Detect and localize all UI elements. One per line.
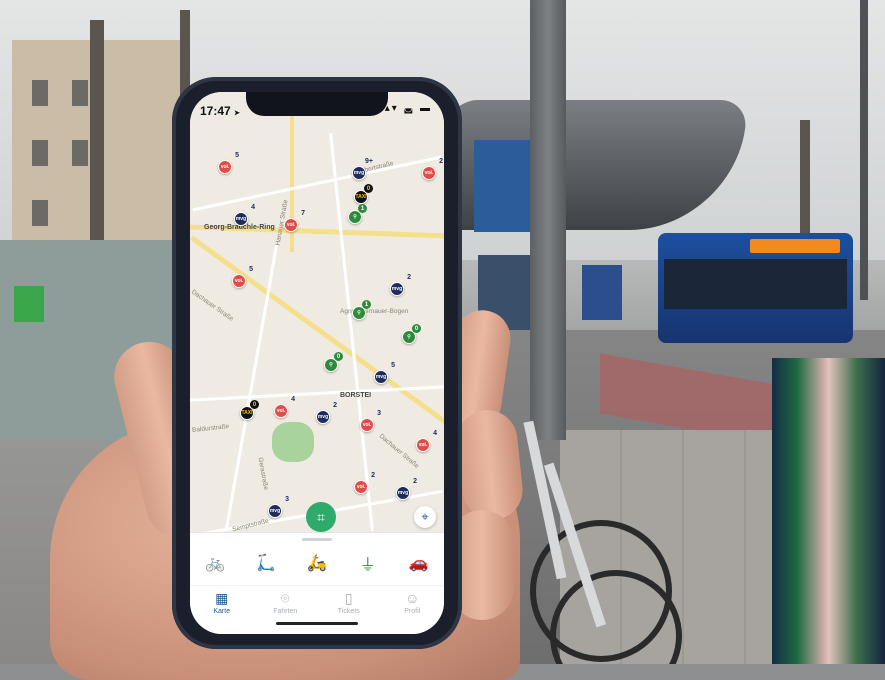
pole <box>530 0 566 440</box>
scooter-mode-icon[interactable]: 🛴 <box>251 553 281 573</box>
voi-scooter-pin[interactable]: voi. 4 <box>274 396 295 418</box>
tab-karte[interactable]: ▦ Karte <box>197 586 247 626</box>
building-window <box>32 200 48 226</box>
status-icons: ▴▾ ◛ ▬ <box>384 103 432 114</box>
building-window <box>72 140 88 166</box>
street-label: Agnes-Bernauer-Bogen <box>340 308 409 315</box>
status-time: 17:47 ➤ <box>200 104 240 118</box>
tab-profil[interactable]: ☺ Profil <box>387 586 437 626</box>
bike-mode-icon[interactable]: 🚲 <box>200 553 230 573</box>
inset-pillar <box>772 358 885 664</box>
distant-bus <box>582 265 622 320</box>
phone-notch <box>246 92 388 116</box>
tab-label: Karte <box>213 608 231 615</box>
map-view[interactable]: Georg-Brauchle-Ring Dachauer Straße Dach… <box>190 92 444 538</box>
park <box>272 422 314 462</box>
voi-scooter-pin[interactable]: voi. 4 <box>416 430 437 452</box>
tab-label: Fahrten <box>273 608 298 615</box>
voi-scooter-pin[interactable]: voi. 7 <box>284 210 305 232</box>
sheet-handle[interactable] <box>302 538 332 541</box>
scan-qr-button[interactable]: ⌗ <box>306 502 336 532</box>
bus-destination-display <box>750 239 840 253</box>
tab-fahrten[interactable]: ⌾ Fahrten <box>260 586 310 626</box>
mobility-mode-bar: 🚲 🛴 🛵 ⏚ 🚗 <box>190 547 444 579</box>
voi-scooter-pin[interactable]: voi. 2 <box>422 158 443 180</box>
profile-icon: ☺ <box>405 590 420 606</box>
voi-scooter-pin[interactable]: voi. 2 <box>354 472 375 494</box>
voi-scooter-pin[interactable]: voi. 3 <box>360 410 381 432</box>
bike-station-pin[interactable]: ⚲ 1 <box>352 300 371 320</box>
car-mode-icon[interactable]: 🚗 <box>404 553 434 573</box>
mvg-bike-pin[interactable]: mvg 5 <box>374 362 395 384</box>
bus-windshield <box>664 259 847 309</box>
mvg-bike-pin[interactable]: mvg 2 <box>396 478 417 500</box>
location-arrow-icon: ➤ <box>234 110 240 117</box>
phone-screen: Georg-Brauchle-Ring Dachauer Straße Dach… <box>190 92 444 634</box>
voi-scooter-pin[interactable]: voi. 5 <box>218 152 239 174</box>
taxi-pin[interactable]: TAXI 0 <box>240 400 259 420</box>
home-indicator[interactable] <box>276 622 358 625</box>
street-label: Gerastraße <box>256 456 270 491</box>
bike-station-pin[interactable]: ⚲ 1 <box>348 204 367 224</box>
building-window <box>32 140 48 166</box>
crosshair-icon: ⌖ <box>421 509 429 524</box>
tab-bar: ▦ Karte ⌾ Fahrten ▯ Tickets ☺ Profil <box>190 585 444 626</box>
taxi-pin[interactable]: TAXI 0 <box>354 184 373 204</box>
ticket-icon: ▯ <box>344 590 353 606</box>
street-label: Dachauer Straße <box>377 432 421 470</box>
tab-label: Tickets <box>337 608 360 615</box>
voi-scooter-pin[interactable]: voi. 5 <box>232 266 253 288</box>
map-icon: ▦ <box>215 590 229 606</box>
street-label: Baldurstraße <box>191 423 230 434</box>
location-pin-icon: ⌾ <box>281 590 290 606</box>
moped-mode-icon[interactable]: 🛵 <box>302 553 332 573</box>
mvg-bike-pin[interactable]: mvg 3 <box>268 496 289 518</box>
tab-label: Profil <box>404 608 421 615</box>
locate-me-button[interactable]: ⌖ <box>414 506 436 528</box>
district-label: BORSTEI <box>340 392 372 399</box>
bike-station-pin[interactable]: ⚲ 0 <box>402 324 421 344</box>
pole <box>860 0 868 300</box>
building-window <box>32 80 48 106</box>
mvg-bike-pin[interactable]: mvg 4 <box>234 204 255 226</box>
road <box>224 243 279 531</box>
street-label: Dachauer Straße <box>190 288 235 323</box>
station-mode-icon[interactable]: ⏚ <box>353 551 383 575</box>
mvg-bike-pin[interactable]: mvg 2 <box>390 274 411 296</box>
tab-tickets[interactable]: ▯ Tickets <box>324 586 374 626</box>
bottom-sheet: 🚲 🛴 🛵 ⏚ 🚗 ▦ Karte ⌾ Fahrten ▯ Tickets ☺ … <box>190 532 444 634</box>
mvg-bike-pin[interactable]: mvg 9+ <box>352 158 373 180</box>
qr-scan-icon: ⌗ <box>317 508 325 525</box>
bike-station-pin[interactable]: ⚲ 0 <box>324 352 343 372</box>
bus <box>658 233 853 343</box>
station-sign <box>474 140 530 232</box>
mvg-bike-pin[interactable]: mvg 2 <box>316 402 337 424</box>
building-window <box>72 80 88 106</box>
